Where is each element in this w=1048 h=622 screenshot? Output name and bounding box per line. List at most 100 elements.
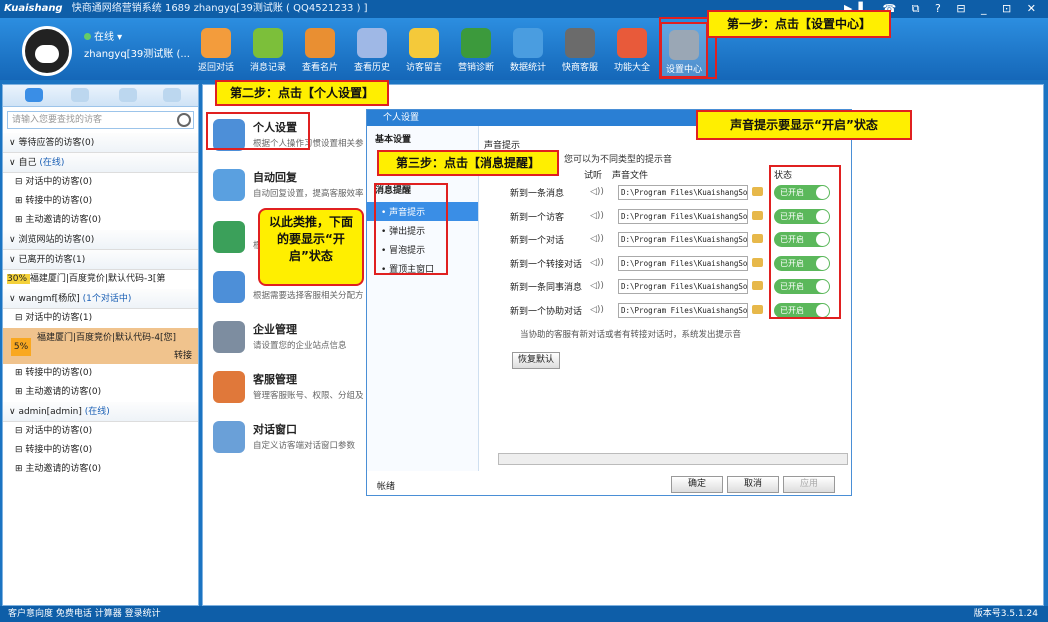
apply-button[interactable]: 应用 [783,476,835,493]
visitor-subgroup[interactable]: ⊞ 主动邀请的访客(0) [3,460,198,479]
dialog-nav: 基本设置 消息提醒 • 声音提示 • 弹出提示 • 冒泡提示 • 置顶主窗口 [367,126,479,471]
version-label: 版本号3.5.1.24 [973,609,1038,619]
online-status[interactable]: 在线 ▾ [84,28,122,43]
toolbar-label: 查看名片 [301,63,338,73]
menu-item-title: 企业管理 [253,323,297,336]
menu-item-icon [213,169,245,201]
group-label: wangmf[杨欣] [18,294,80,304]
group-label: 已离开的访客(1) [18,255,86,265]
sound-file-input[interactable]: D:\Program Files\KuaishangSof [618,232,748,247]
folder-icon[interactable] [752,257,763,267]
horizontal-scrollbar[interactable] [498,453,848,465]
visitor-tree: ∨ 等待应答的访客(0) ∨ 自己 (在线) ⊟ 对话中的访客(0) ⊞ 转接中的访客… [3,133,198,479]
toolbar-button-1[interactable]: 消息记录 [244,22,292,78]
visitor-subgroup[interactable]: ⊟ 对话中的访客(0) [3,173,198,192]
sound-file-input[interactable]: D:\Program Files\KuaishangSof [618,279,748,294]
toolbar-button-7[interactable]: 快商客服 [556,22,604,78]
transfer-action[interactable]: 转接 [174,348,192,361]
group-label: 浏览网站的访客(0) [18,235,95,245]
toolbar-label: 快商客服 [561,63,598,73]
visitor-group[interactable]: ∨ 自己 (在线) [3,153,198,173]
visitor-group[interactable]: ∨ 已离开的访客(1) [3,250,198,270]
avatar[interactable] [22,26,72,76]
tab-contacts-icon[interactable] [119,88,137,102]
toolbar-button-4[interactable]: 访客留言 [400,22,448,78]
dialog-footer-text: 帐绪 [377,482,396,492]
tab-bubble-icon[interactable] [71,88,89,102]
progress-badge: 30% [7,274,30,284]
speaker-icon[interactable]: ◁)) [590,281,604,291]
visitor-search-input[interactable]: 请输入您要查找的访客 [7,111,194,129]
folder-icon[interactable] [752,281,763,290]
speaker-icon[interactable]: ◁)) [590,211,604,221]
speaker-icon[interactable]: ◁)) [590,187,604,197]
sound-hint: 您可以为不同类型的提示音 [564,155,673,165]
callout-step2: 第二步：点击【个人设置】 [215,80,389,106]
ok-button[interactable]: 确定 [671,476,723,493]
group-status: (1个对话中) [79,294,132,304]
toolbar-button-5[interactable]: 营销诊断 [452,22,500,78]
tab-chat-icon[interactable] [25,88,43,102]
folder-icon[interactable] [752,234,763,243]
col-listen: 试听 [584,171,603,181]
visitor-subgroup[interactable]: ⊞ 主动邀请的访客(0) [3,211,198,230]
customer-service-icon [565,28,595,58]
search-icon[interactable] [177,113,191,127]
visitor-subgroup[interactable]: ⊟ 对话中的访客(0) [3,422,198,441]
status-column-highlight [769,165,841,319]
online-dot-icon [84,33,91,40]
visitor-subgroup[interactable]: ⊞ 转接中的访客(0) [3,364,198,383]
menu-item-icon [213,271,245,303]
sound-row-label: 新到一条同事消息 [510,283,583,293]
sound-row-label: 新到一个转接对话 [510,259,583,270]
toolbar-button-6[interactable]: 数据统计 [504,22,552,78]
toolbar-button-2[interactable]: 查看名片 [296,22,344,78]
business-card-icon [305,28,335,58]
active-visitor-row[interactable]: 5% 福建厦门|百度竞价|默认代码-4[您] 转接 [3,328,198,364]
folder-icon[interactable] [752,304,763,314]
speaker-icon[interactable]: ◁)) [590,234,604,244]
sound-row-label: 新到一个访客 [510,212,565,223]
menu-item-desc: 自动回复设置，提高客服效率 [253,189,364,199]
speaker-icon[interactable]: ◁)) [590,305,604,315]
sound-row-label: 新到一个对话 [510,236,565,246]
cancel-button[interactable]: 取消 [727,476,779,493]
visitor-group[interactable]: ∨ 等待应答的访客(0) [3,133,198,153]
callout-step3: 第三步：点击【消息提醒】 [377,150,559,176]
avatar-face [35,45,59,63]
visitor-group[interactable]: ∨ 浏览网站的访客(0) [3,230,198,250]
toolbar-button-0[interactable]: 返回对话 [192,22,240,78]
visitor-subgroup[interactable]: ⊞ 主动邀请的访客(0) [3,383,198,402]
sound-row-label: 新到一个协助对话 [510,306,583,317]
status-tools[interactable]: 客户意向度 免费电话 计算器 登录统计 [8,609,161,619]
group-label: 等待应答的访客(0) [18,138,95,148]
message-record-icon [253,28,283,58]
tab-list-icon[interactable] [163,88,181,102]
menu-item-desc: 请设置您的企业站点信息 [253,341,347,351]
sound-file-input[interactable]: D:\Program Files\KuaishangSof [618,185,748,200]
visitor-group[interactable]: ∨ wangmf[杨欣] (1个对话中) [3,289,198,309]
group-status: (在线) [36,158,65,168]
sound-file-input[interactable]: D:\Program Files\KuaishangSof [618,208,748,224]
visitor-subgroup[interactable]: ⊞ 转接中的访客(0) [3,192,198,211]
folder-icon[interactable] [752,187,763,196]
basic-settings-section[interactable]: 基本设置 [367,126,478,151]
folder-icon[interactable] [752,210,763,220]
search-placeholder: 请输入您要查找的访客 [12,115,103,125]
statistics-icon [513,28,543,58]
visitor-item[interactable]: 30% 福建厦门|百度竞价|默认代码-3[第 [3,270,198,289]
speaker-icon[interactable]: ◁)) [590,258,604,268]
sound-file-input[interactable]: D:\Program Files\KuaishangSof [618,302,748,318]
app-window: Kuaishang 快商通网络营销系统 1689 zhangyq[39测试账 (… [0,0,1048,622]
visitor-subgroup[interactable]: ⊟ 转接中的访客(0) [3,441,198,460]
toolbar-button-3[interactable]: 查看历史 [348,22,396,78]
menu-item-icon [213,221,245,253]
group-label: admin[admin] [18,407,82,417]
sound-row-label: 新到一条消息 [510,189,565,199]
visitor-subgroup[interactable]: ⊟ 对话中的访客(1) [3,309,198,328]
restore-default-button[interactable]: 恢复默认 [512,352,560,369]
message-reminder-highlight [374,183,448,275]
sound-file-input[interactable]: D:\Program Files\KuaishangSof [618,255,748,271]
toolbar-button-8[interactable]: 功能大全 [608,22,656,78]
visitor-group[interactable]: ∨ admin[admin] (在线) [3,402,198,422]
